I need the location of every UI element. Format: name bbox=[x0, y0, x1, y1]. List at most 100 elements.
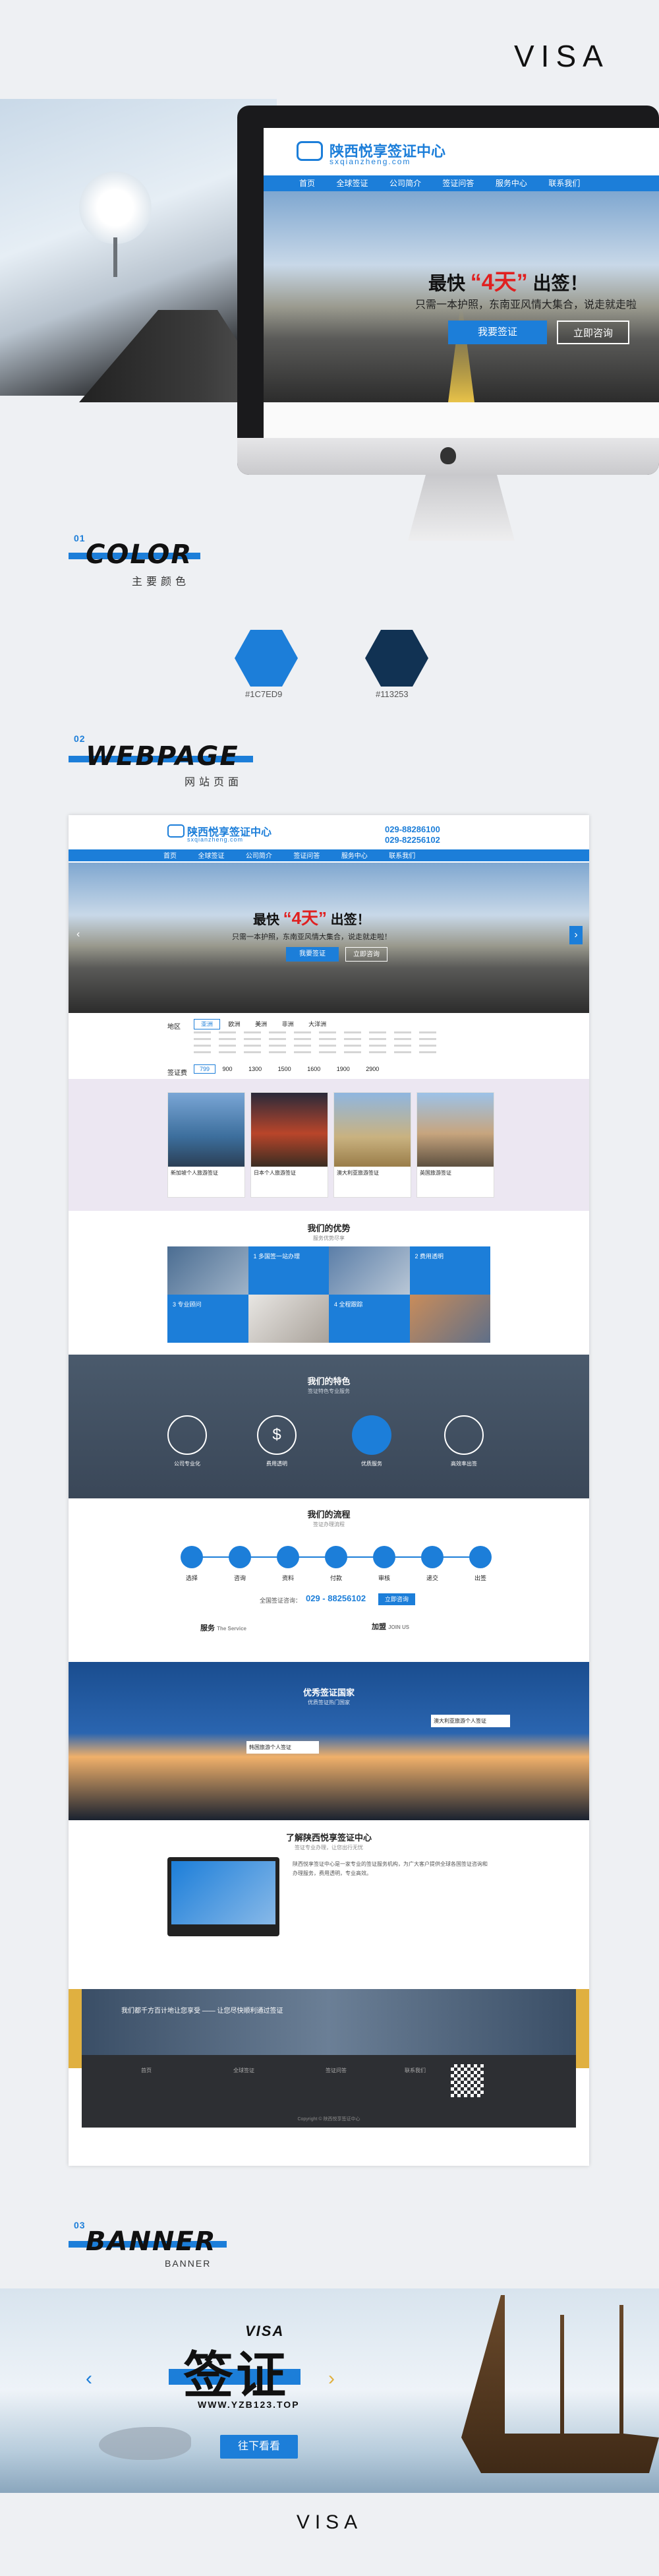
process-phone-label: 全国签证咨询： bbox=[260, 1597, 302, 1604]
process-phone: 029 - 88256102 bbox=[306, 1593, 366, 1603]
footer-copyright: Copyright © 陕西悦享签证中心 bbox=[297, 2117, 360, 2122]
step-2-icon bbox=[229, 1546, 251, 1568]
footer-col-1[interactable]: 首页 bbox=[141, 2067, 152, 2074]
price-1300[interactable]: 1300 bbox=[248, 1066, 262, 1072]
web-nav-faq[interactable]: 签证问答 bbox=[284, 851, 329, 863]
destination-card-4[interactable]: 英国旅游签证 bbox=[416, 1092, 494, 1198]
monitor-primary-button[interactable]: 我要签证 bbox=[448, 321, 547, 344]
apple-logo-icon bbox=[440, 447, 456, 464]
step-7-label: 出签 bbox=[474, 1575, 486, 1581]
dest-label-1[interactable]: 韩国旅游个人签证 bbox=[246, 1741, 319, 1754]
destination-card-3-title: 澳大利亚旅游签证 bbox=[337, 1170, 379, 1176]
web-logo-sub: sxqianzheng.com bbox=[187, 836, 244, 843]
join-title: 加盟 JOIN US bbox=[372, 1621, 409, 1632]
footer-col-3[interactable]: 签证问答 bbox=[326, 2067, 347, 2074]
web-nav-service[interactable]: 服务中心 bbox=[332, 851, 377, 863]
service-title-cn: 服务 bbox=[200, 1624, 215, 1632]
web-about-sub: 签证专业办理，让您出行无忧 bbox=[295, 1845, 363, 1851]
web-filter-tabs: 亚洲 欧洲 美洲 非洲 大洋洲 bbox=[194, 1019, 333, 1029]
feature-label-company: 公司专业化 bbox=[174, 1461, 200, 1467]
footer-col-4[interactable]: 联系我们 bbox=[405, 2067, 426, 2074]
web-price-list: 799 900 1300 1500 1600 1900 2900 bbox=[194, 1064, 379, 1074]
webpage-section-subtitle: 网站页面 bbox=[185, 777, 243, 788]
feature-icon-trophy bbox=[444, 1415, 484, 1455]
web-hero-prev-icon[interactable]: ‹ bbox=[76, 929, 87, 944]
banner-section-subtitle: BANNER bbox=[165, 2258, 212, 2269]
destination-card-1[interactable]: 新加坡个人旅游签证 bbox=[167, 1092, 245, 1198]
monitor-hero: 最快 “4天” 出签！ 只需一本护照，东南亚风情大集合，说走就走啦 我要签证 立… bbox=[264, 191, 659, 402]
filter-tab-europe[interactable]: 欧洲 bbox=[222, 1020, 247, 1029]
web-phone: 029-88286100 bbox=[385, 824, 440, 834]
destination-card-3[interactable]: 澳大利亚旅游签证 bbox=[333, 1092, 411, 1198]
web-footer-banner: 我们都千方百计地让您享受 —— 让您尽快顺利通过签证 bbox=[82, 1989, 576, 2055]
web-hero-tail: 出签！ bbox=[330, 913, 370, 927]
footer-side-accent-left bbox=[69, 1989, 82, 2068]
banner-sailboat bbox=[461, 2295, 659, 2473]
feature-label-service: 优质服务 bbox=[361, 1461, 382, 1467]
adv-tile-3: 3 专业顾问 bbox=[167, 1295, 248, 1343]
web-hero-secondary-button[interactable]: 立即咨询 bbox=[345, 947, 387, 962]
web-destinations bbox=[69, 1079, 589, 1211]
web-dest-title: 优秀签证国家 bbox=[302, 1688, 355, 1698]
price-1600[interactable]: 1600 bbox=[307, 1066, 320, 1072]
filter-tab-oceania[interactable]: 大洋洲 bbox=[302, 1020, 333, 1029]
banner-prev-icon[interactable]: ‹ bbox=[86, 2368, 92, 2390]
step-3-icon bbox=[277, 1546, 299, 1568]
dest-label-2[interactable]: 澳大利亚旅游个人签证 bbox=[431, 1715, 510, 1727]
color-swatch-primary-label: #1C7ED9 bbox=[245, 689, 283, 699]
web-hero-title: 最快 bbox=[253, 913, 279, 927]
bottom-title: VISA bbox=[296, 2511, 363, 2533]
banner-next-icon[interactable]: › bbox=[328, 2368, 335, 2390]
color-section-title: COLOR bbox=[86, 539, 193, 570]
web-dest-sub: 优质签证热门国家 bbox=[308, 1700, 350, 1705]
web-feature-sub: 签证特色专业服务 bbox=[308, 1388, 350, 1394]
price-1500[interactable]: 1500 bbox=[278, 1066, 291, 1072]
web-adv-title: 我们的优势 bbox=[307, 1223, 351, 1233]
top-title: VISA bbox=[514, 39, 610, 73]
web-nav-global[interactable]: 全球签证 bbox=[188, 851, 233, 863]
monitor-nav-service[interactable]: 服务中心 bbox=[486, 175, 536, 191]
web-process-sub: 签证办理流程 bbox=[313, 1521, 345, 1527]
web-phone-2: 029-82256102 bbox=[385, 835, 440, 845]
step-4-icon bbox=[325, 1546, 347, 1568]
price-2900[interactable]: 2900 bbox=[366, 1066, 379, 1072]
monitor-secondary-button[interactable]: 立即咨询 bbox=[557, 321, 629, 344]
filter-tab-asia[interactable]: 亚洲 bbox=[194, 1019, 221, 1029]
monitor-nav-about[interactable]: 公司简介 bbox=[380, 175, 430, 191]
web-nav-about[interactable]: 公司简介 bbox=[237, 851, 281, 863]
adv-tile-4: 4 全程跟踪 bbox=[329, 1295, 410, 1343]
monitor-hero-highlight: “4天” bbox=[470, 270, 528, 295]
feature-label-dollar: 费用透明 bbox=[266, 1461, 287, 1467]
web-nav-home[interactable]: 首页 bbox=[154, 851, 186, 863]
banner-cta-button[interactable]: 往下看看 bbox=[220, 2435, 298, 2459]
web-adv-grid: 1 多国签一站办理 2 费用透明 3 专业顾问 4 全程跟踪 bbox=[167, 1246, 490, 1343]
step-6-label: 递交 bbox=[426, 1575, 438, 1581]
web-hero: ‹ › 最快 “4天” 出签！ 只需一本护照，东南亚风情大集合，说走就走啦！ 我… bbox=[69, 863, 589, 1013]
monitor-nav-global[interactable]: 全球签证 bbox=[327, 175, 377, 191]
filter-tab-america[interactable]: 美洲 bbox=[248, 1020, 273, 1029]
monitor-nav-home[interactable]: 首页 bbox=[290, 175, 324, 191]
footer-col-2[interactable]: 全球签证 bbox=[233, 2067, 254, 2074]
price-900[interactable]: 900 bbox=[223, 1066, 233, 1072]
web-nav-contact[interactable]: 联系我们 bbox=[380, 851, 424, 863]
price-1900[interactable]: 1900 bbox=[337, 1066, 350, 1072]
banner-dolphin bbox=[99, 2427, 191, 2460]
banner: ‹ › VISA 签证 WWW.YZB123.TOP 往下看看 bbox=[0, 2288, 659, 2493]
web-adv-sub: 服务优势尽享 bbox=[313, 1235, 345, 1241]
monitor-nav-faq[interactable]: 签证问答 bbox=[433, 175, 483, 191]
monitor-chin bbox=[237, 438, 659, 475]
web-footer-banner-text: 我们都千方百计地让您享受 —— 让您尽快顺利通过签证 bbox=[121, 2008, 283, 2015]
web-hero-next-icon[interactable]: › bbox=[569, 926, 583, 944]
service-title: 服务 The Service bbox=[200, 1622, 246, 1633]
price-799[interactable]: 799 bbox=[194, 1064, 216, 1074]
process-consult-button[interactable]: 立即咨询 bbox=[378, 1593, 415, 1605]
step-1-label: 选择 bbox=[185, 1575, 198, 1581]
web-hero-primary-button[interactable]: 我要签证 bbox=[286, 947, 339, 962]
banner-section-title: BANNER bbox=[86, 2226, 217, 2257]
monitor-nav-contact[interactable]: 联系我们 bbox=[539, 175, 589, 191]
step-5-label: 审核 bbox=[378, 1575, 390, 1581]
footer-side-accent-right bbox=[576, 1989, 589, 2068]
filter-tab-africa[interactable]: 非洲 bbox=[275, 1020, 301, 1029]
webpage-section-num: 02 bbox=[74, 733, 86, 744]
destination-card-2[interactable]: 日本个人旅游签证 bbox=[250, 1092, 328, 1198]
